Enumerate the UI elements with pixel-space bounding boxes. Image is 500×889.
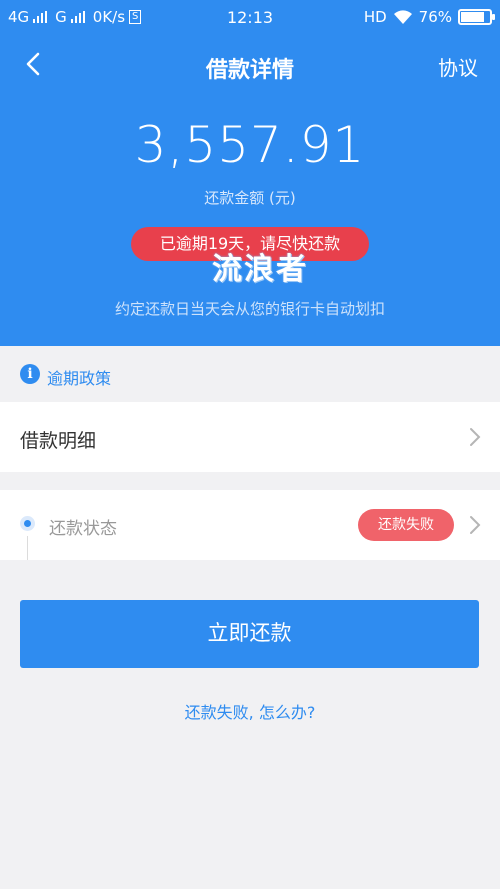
header-panel: 4G G 0K/s S 12:13 HD 76% 借款详情 协议 3,557.9… [0,0,500,346]
wifi-icon [393,10,412,24]
status-bar: 4G G 0K/s S 12:13 HD 76% [0,0,500,34]
overdue-policy-link[interactable]: i 逾期政策 [0,346,500,402]
battery-percent: 76% [418,8,452,26]
repay-status-row[interactable]: 还款状态 还款失败 [0,490,500,560]
nav-bar: 借款详情 协议 [0,40,500,90]
timeline-line [27,536,28,560]
auto-deduct-note: 约定还款日当天会从您的银行卡自动划扣 [114,300,385,318]
repay-amount-label: 还款金额 (元) [204,189,296,207]
repay-status-label: 还款状态 [49,519,117,539]
repay-failed-badge: 还款失败 [358,509,454,541]
timeline-dot-icon [20,516,35,531]
info-icon: i [20,364,40,384]
loan-detail-label: 借款明细 [20,430,97,452]
repay-amount: 3,557.91 [134,116,366,174]
hd-label: HD [363,8,387,26]
chevron-right-icon [470,428,481,446]
watermark: 流浪者 [212,252,308,287]
repay-now-button[interactable]: 立即还款 [20,600,479,668]
chevron-right-icon [470,516,481,534]
status-bar-right: HD 76% [363,8,495,26]
battery-icon [458,9,495,25]
repay-failed-help-link[interactable]: 还款失败, 怎么办? [0,699,500,723]
page-title: 借款详情 [205,58,294,83]
loan-detail-row[interactable]: 借款明细 [0,402,500,472]
overdue-policy-label: 逾期政策 [47,369,112,388]
agreement-link[interactable]: 协议 [438,52,478,81]
